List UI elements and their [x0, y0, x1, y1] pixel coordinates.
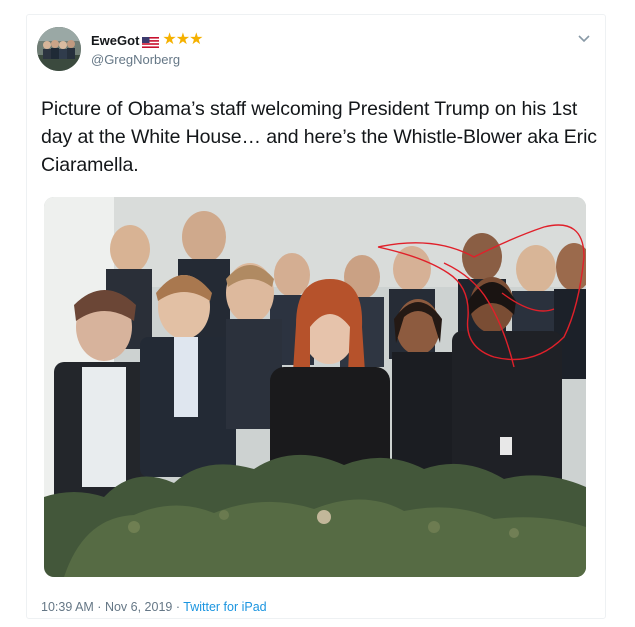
author-handle[interactable]: @GregNorberg	[91, 52, 202, 67]
tweet-card[interactable]: EweGot ★★★ @GregNorberg Picture of Obama…	[26, 14, 606, 619]
author-names[interactable]: EweGot ★★★ @GregNorberg	[91, 31, 203, 68]
meta-separator: ·	[172, 600, 184, 614]
tweet-date[interactable]: Nov 6, 2019	[105, 600, 172, 614]
star-icons: ★★★	[162, 31, 203, 48]
display-name[interactable]: EweGot	[91, 33, 139, 48]
tweet-source-link[interactable]: Twitter for iPad	[183, 600, 266, 614]
avatar[interactable]	[37, 27, 81, 71]
tweet-text: Picture of Obama’s staff welcoming Presi…	[41, 98, 597, 176]
chevron-down-icon[interactable]	[577, 31, 591, 45]
tweet-meta: 10:39 AM · Nov 6, 2019 · Twitter for iPa…	[41, 600, 267, 614]
us-flag-icon	[142, 35, 160, 48]
tweet-header: EweGot ★★★ @GregNorberg	[37, 27, 591, 73]
meta-separator: ·	[93, 600, 105, 614]
tweet-time[interactable]: 10:39 AM	[41, 600, 94, 614]
tweet-photo[interactable]	[44, 197, 586, 577]
